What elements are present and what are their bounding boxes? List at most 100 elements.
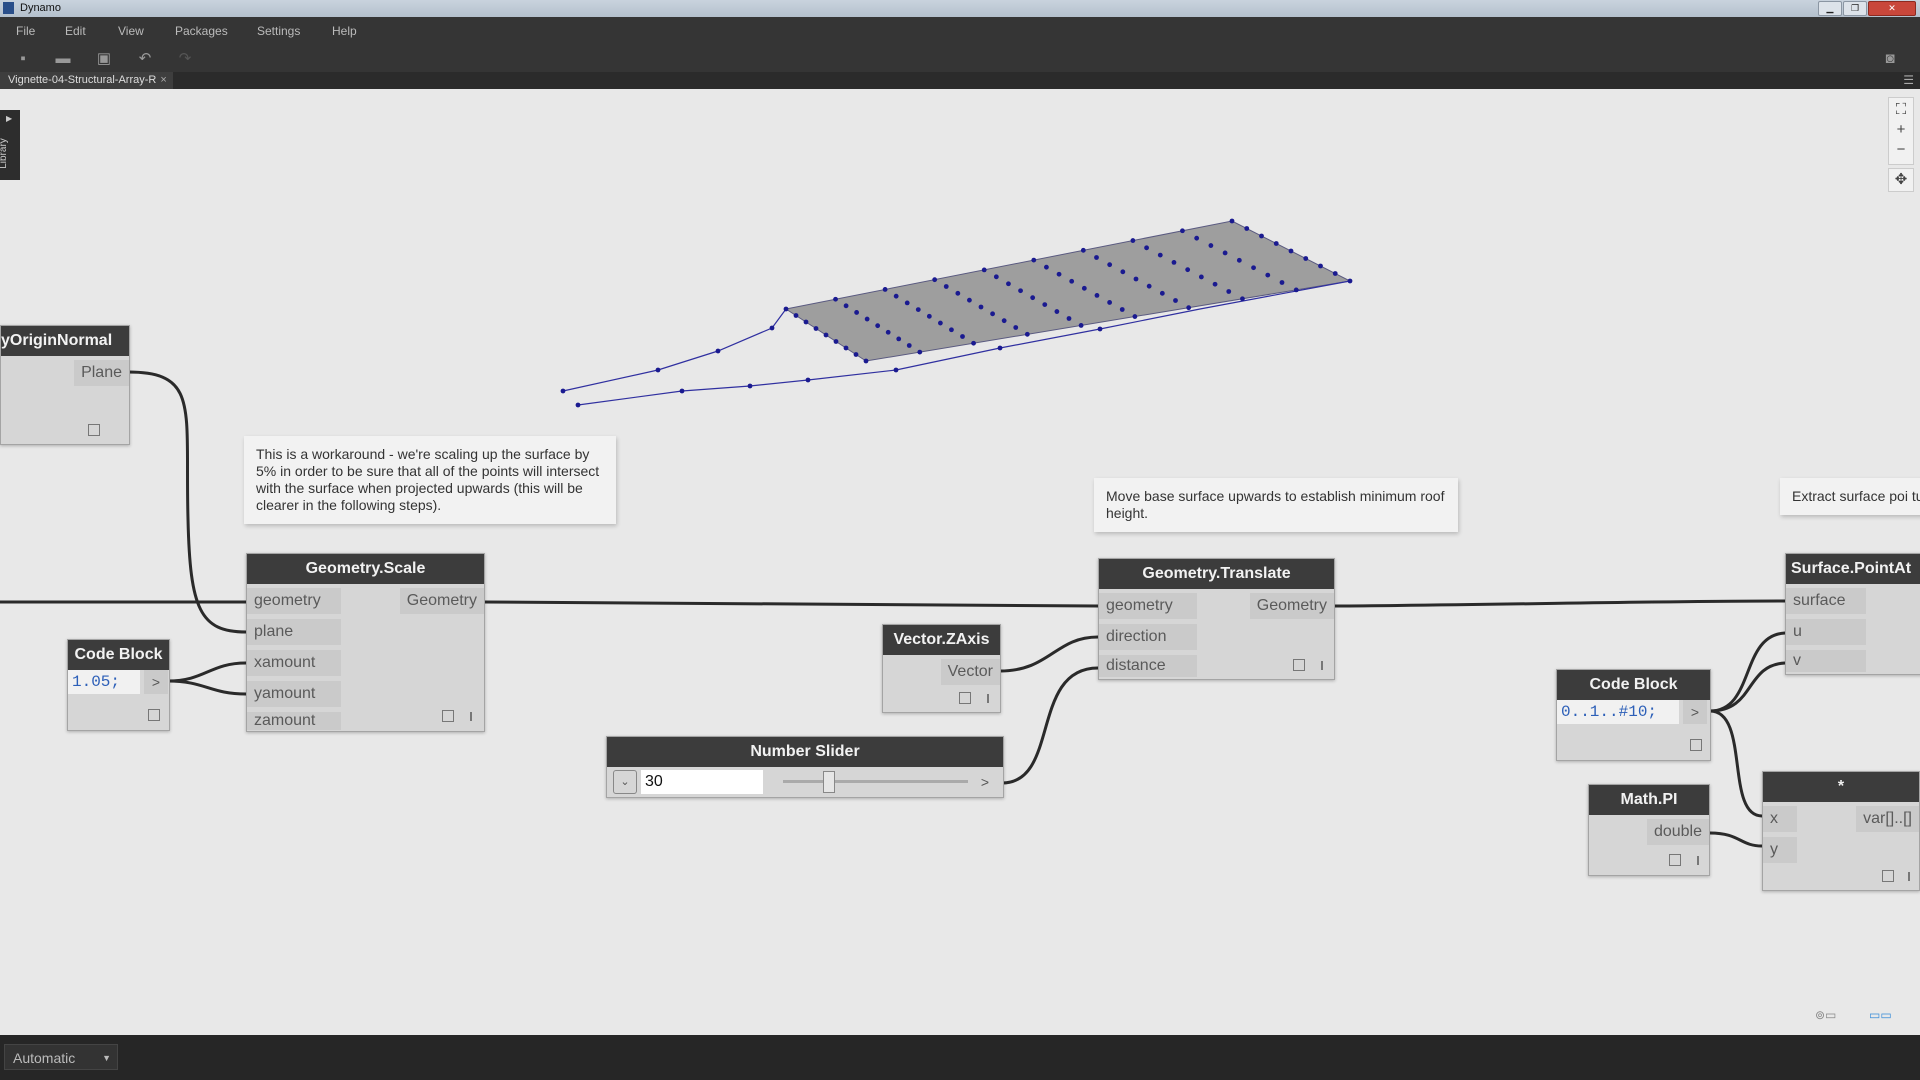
input-port-yamount[interactable]: yamount <box>247 681 341 707</box>
zoom-out-icon[interactable]: − <box>1890 140 1912 160</box>
input-port-u[interactable]: u <box>1786 619 1866 645</box>
tab-menu-icon[interactable]: ☰ <box>1903 72 1914 89</box>
note-scale[interactable]: This is a workaround - we're scaling up … <box>244 436 616 524</box>
node-math-pi[interactable]: Math.PI double <box>1588 784 1710 876</box>
wire-plane <box>127 370 247 634</box>
note-translate[interactable]: Move base surface upwards to establish m… <box>1094 478 1458 532</box>
open-file-icon[interactable]: ▬ <box>54 50 72 68</box>
node-surface-pointat[interactable]: Surface.PointAt surface u v <box>1785 553 1920 675</box>
wire-yamount <box>167 679 247 696</box>
input-port-v[interactable]: v <box>1786 650 1866 672</box>
input-port-direction[interactable]: direction <box>1099 624 1197 650</box>
output-port-code[interactable]: > <box>1683 700 1707 724</box>
preview-toggle-icon[interactable] <box>1669 854 1681 866</box>
note-extract[interactable]: Extract surface poi turn Lacing to "Cro <box>1780 478 1920 515</box>
minimize-button[interactable]: ▁ <box>1818 1 1842 16</box>
close-tab-icon[interactable]: × <box>160 74 166 86</box>
node-code-block-2[interactable]: Code Block 0..1..#10; > <box>1556 669 1711 761</box>
output-port-geometry[interactable]: Geometry <box>399 588 484 614</box>
menu-edit[interactable]: Edit <box>65 24 86 38</box>
wire-u <box>1709 631 1786 713</box>
node-title: Math.PI <box>1589 785 1709 815</box>
preview-toggle-icon[interactable] <box>442 710 454 722</box>
preview-toggle-icon[interactable] <box>148 709 160 721</box>
input-port-geometry[interactable]: geometry <box>1099 593 1197 619</box>
input-port-geometry[interactable]: geometry <box>247 588 341 614</box>
graph-view-toggle-icon[interactable]: ▭▭ <box>1869 1008 1909 1024</box>
run-mode-dropdown[interactable]: Automatic ▼ <box>4 1044 118 1070</box>
node-vector-zaxis[interactable]: Vector.ZAxis Vector <box>882 624 1001 713</box>
library-panel-toggle[interactable]: ▶ Library <box>0 110 20 180</box>
input-port-xamount[interactable]: xamount <box>247 650 341 676</box>
menu-settings[interactable]: Settings <box>257 24 300 38</box>
node-info-icon <box>1321 661 1323 670</box>
node-geometry-translate[interactable]: Geometry.Translate geometry direction di… <box>1098 558 1335 680</box>
output-port-double[interactable]: double <box>1646 819 1709 845</box>
output-port-vector[interactable]: Vector <box>940 659 1000 685</box>
menu-packages[interactable]: Packages <box>175 24 228 38</box>
menu-bar: File Edit View Packages Settings Help <box>0 17 1920 45</box>
preview-toggle-icon[interactable] <box>1293 659 1305 671</box>
node-plane-byoriginnormal[interactable]: yOriginNormal Plane <box>0 325 130 445</box>
node-geometry-scale[interactable]: Geometry.Scale geometry plane xamount ya… <box>246 553 485 732</box>
background-preview-toggle-icon[interactable]: ⊚▭ <box>1815 1008 1855 1024</box>
title-bar: Dynamo ▁ ❐ ✕ <box>0 0 1920 17</box>
node-title: Surface.PointAt <box>1786 554 1920 584</box>
menu-help[interactable]: Help <box>332 24 357 38</box>
input-port-zamount[interactable]: zamount <box>247 712 341 730</box>
code-editor[interactable]: 1.05; <box>68 670 140 694</box>
node-title: yOriginNormal <box>1 326 129 356</box>
node-code-block-1[interactable]: Code Block 1.05; > <box>67 639 170 731</box>
save-icon[interactable]: ▣ <box>95 50 113 68</box>
maximize-button[interactable]: ❐ <box>1843 1 1867 16</box>
node-title: Code Block <box>68 640 169 670</box>
redo-icon[interactable]: ↷ <box>176 50 194 68</box>
node-number-slider[interactable]: Number Slider ⌄ 30 > <box>606 736 1004 798</box>
zoom-in-icon[interactable]: + <box>1890 120 1912 140</box>
wire-xamount <box>167 661 247 683</box>
node-info-icon <box>1697 856 1699 865</box>
chevron-down-icon: ▼ <box>102 1053 111 1063</box>
node-info-icon <box>470 712 472 721</box>
wire-distance <box>1001 666 1099 785</box>
input-port-x[interactable]: x <box>1763 806 1797 832</box>
input-port-plane[interactable]: plane <box>247 619 341 645</box>
input-port-surface[interactable]: surface <box>1786 588 1866 614</box>
undo-icon[interactable]: ↶ <box>136 50 154 68</box>
node-multiply[interactable]: * x y var[]..[] <box>1762 771 1920 891</box>
preview-toggle-icon[interactable] <box>959 692 971 704</box>
zoom-fit-icon[interactable]: ⛶ <box>1890 100 1912 120</box>
node-info-icon <box>1908 872 1910 881</box>
code-editor[interactable]: 0..1..#10; <box>1557 700 1679 724</box>
output-port-var[interactable]: var[]..[] <box>1856 806 1919 832</box>
wire-translate-pointat <box>1333 599 1786 608</box>
slider-track[interactable] <box>783 771 968 793</box>
menu-file[interactable]: File <box>16 24 35 38</box>
slider-thumb[interactable] <box>823 771 836 793</box>
output-port-slider[interactable]: > <box>973 770 997 794</box>
input-port-y[interactable]: y <box>1763 837 1797 863</box>
expand-arrow-icon: ▶ <box>6 114 13 123</box>
output-port-plane[interactable]: Plane <box>74 360 129 386</box>
chevron-down-icon[interactable]: ⌄ <box>613 770 637 794</box>
preview-toggle-icon[interactable] <box>1690 739 1702 751</box>
preview-toggle-icon[interactable] <box>1882 870 1894 882</box>
wire-x <box>1709 709 1763 818</box>
workspace-tab-label: Vignette-04-Structural-Array-R <box>8 74 157 86</box>
output-port-code[interactable]: > <box>144 670 168 694</box>
pan-icon[interactable]: ✥ <box>1888 168 1914 192</box>
input-port-distance[interactable]: distance <box>1099 655 1197 677</box>
menu-view[interactable]: View <box>118 24 144 38</box>
window-title: Dynamo <box>20 2 61 14</box>
close-window-button[interactable]: ✕ <box>1868 1 1916 16</box>
new-file-icon[interactable]: ▪ <box>14 50 32 68</box>
status-bar <box>0 1035 1920 1080</box>
slider-value-input[interactable]: 30 <box>641 770 763 794</box>
workspace-tab[interactable]: Vignette-04-Structural-Array-R × <box>0 72 173 89</box>
preview-toggle-icon[interactable] <box>88 424 100 436</box>
graph-canvas[interactable]: This is a workaround - we're scaling up … <box>0 89 1920 1035</box>
camera-icon[interactable]: ◙ <box>1881 50 1899 68</box>
dynamo-logo-icon <box>3 2 14 14</box>
output-port-geometry[interactable]: Geometry <box>1249 593 1334 619</box>
node-title: Vector.ZAxis <box>883 625 1000 655</box>
